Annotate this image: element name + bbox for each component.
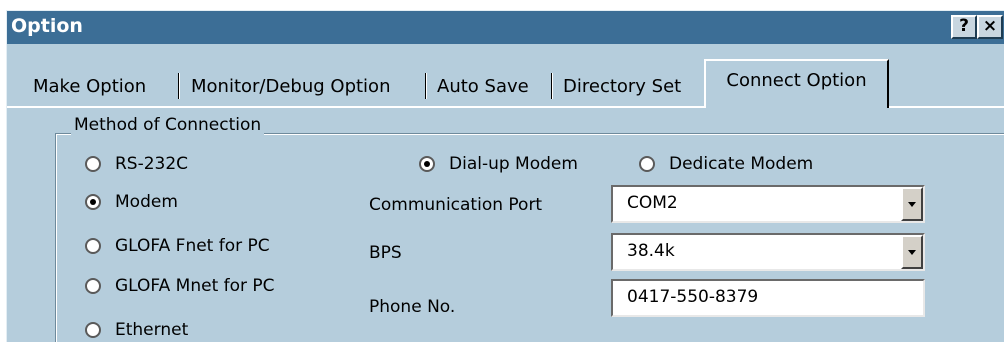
bps-value: 38.4k [627,241,675,261]
tab-separator [178,73,180,99]
radio-button-icon [85,278,101,294]
radio-label: Ethernet [115,320,189,340]
group-title: Method of Connection [71,115,265,135]
tab-make-option[interactable]: Make Option [33,69,146,105]
option-window: Option ? × Make Option Monitor/Debug Opt… [6,10,1004,342]
radio-label: Dial-up Modem [449,154,578,174]
bps-select[interactable]: 38.4k [611,233,925,271]
close-button[interactable]: × [977,15,1003,39]
phone-number-input[interactable]: 0417-550-8379 [611,279,925,317]
tab-auto-save[interactable]: Auto Save [437,69,529,105]
radio-button-icon [85,156,101,172]
bps-label: BPS [369,243,402,263]
radio-button-icon [85,238,101,254]
radio-glofa-mnet[interactable]: GLOFA Mnet for PC [85,273,275,299]
radio-rs232c[interactable]: RS-232C [85,151,188,177]
phone-number-label: Phone No. [369,297,456,317]
question-mark-icon: ? [959,16,969,36]
help-button[interactable]: ? [951,15,977,39]
radio-button-icon [85,322,101,338]
tab-separator [551,73,553,99]
window-title: Option [11,15,83,37]
radio-button-icon [419,156,435,172]
tab-monitor-debug-option[interactable]: Monitor/Debug Option [191,69,390,105]
radio-button-icon [639,156,655,172]
radio-dedicate-modem[interactable]: Dedicate Modem [639,151,813,177]
radio-glofa-fnet[interactable]: GLOFA Fnet for PC [85,233,270,259]
tab-connect-option[interactable]: Connect Option [704,59,889,108]
radio-label: Modem [115,192,178,212]
radio-label: RS-232C [115,154,189,174]
close-x-icon: × [982,16,998,36]
radio-label: GLOFA Mnet for PC [115,276,275,296]
communication-port-value: COM2 [627,193,678,213]
communication-port-label: Communication Port [369,195,543,215]
radio-label: GLOFA Fnet for PC [115,236,270,256]
title-bar[interactable]: Option ? × [7,11,1004,44]
tab-directory-set[interactable]: Directory Set [563,69,681,105]
chevron-down-icon[interactable] [901,235,923,269]
radio-dialup-modem[interactable]: Dial-up Modem [419,151,578,177]
communication-port-select[interactable]: COM2 [611,185,925,223]
radio-label: Dedicate Modem [669,154,814,174]
radio-modem[interactable]: Modem [85,189,178,215]
radio-ethernet[interactable]: Ethernet [85,317,188,342]
phone-number-value: 0417-550-8379 [627,287,759,307]
tab-separator [425,73,427,99]
radio-button-icon [85,194,101,210]
chevron-down-icon[interactable] [901,187,923,221]
